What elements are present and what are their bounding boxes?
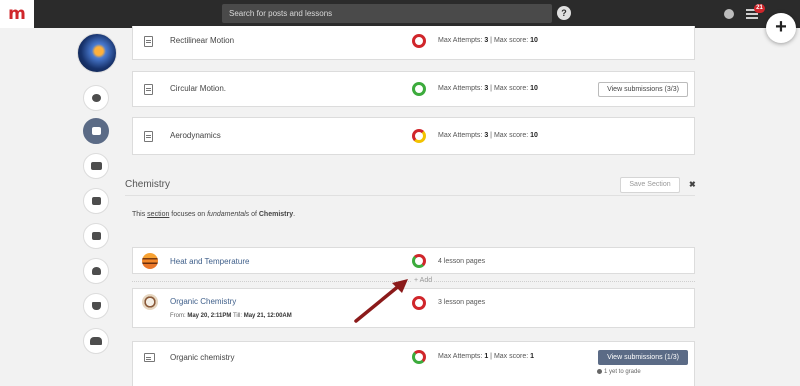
save-section-button[interactable]: Save Section xyxy=(620,177,680,193)
sidebar-item-user[interactable] xyxy=(83,258,109,284)
search-input[interactable]: Search for posts and lessons xyxy=(222,4,552,23)
bar-chart-icon xyxy=(91,197,101,205)
sidebar-item-trophy[interactable] xyxy=(83,293,109,319)
status-ring-icon xyxy=(412,254,426,268)
lesson-title[interactable]: Circular Motion. xyxy=(170,84,226,93)
id-card-icon xyxy=(90,162,102,170)
document-icon xyxy=(144,36,153,47)
trophy-icon xyxy=(91,302,101,310)
sidebar-item-group[interactable] xyxy=(83,328,109,354)
user-icon xyxy=(91,267,101,275)
avatar[interactable] xyxy=(77,33,117,73)
checkbox-icon xyxy=(91,232,101,240)
lesson-title[interactable]: Organic Chemistry xyxy=(170,297,236,306)
globe-icon[interactable] xyxy=(724,9,734,19)
view-submissions-button[interactable]: View submissions (3/3) xyxy=(598,82,688,97)
lesson-card[interactable]: Organic Chemistry From: May 20, 2:11PM T… xyxy=(132,288,695,328)
lesson-card[interactable]: Organic chemistry Max Attempts: 1 | Max … xyxy=(132,341,695,386)
sidebar-item-chat[interactable] xyxy=(83,85,109,111)
document-icon xyxy=(144,84,153,95)
status-ring-icon xyxy=(412,296,426,310)
chat-icon xyxy=(91,94,101,102)
lesson-title[interactable]: Rectilinear Motion xyxy=(170,36,234,45)
top-bar: m Search for posts and lessons ? 21 xyxy=(0,0,800,28)
document-icon xyxy=(144,131,153,142)
lesson-card[interactable]: Circular Motion. Max Attempts: 3 | Max s… xyxy=(132,71,695,107)
lesson-title[interactable]: Organic chemistry xyxy=(170,353,234,362)
lesson-card[interactable]: Aerodynamics Max Attempts: 3 | Max score… xyxy=(132,117,695,155)
lesson-schedule: From: May 20, 2:11PM Till: May 21, 12:00… xyxy=(170,313,292,319)
notifications-badge: 21 xyxy=(754,4,765,13)
sidebar-item-id-card[interactable] xyxy=(83,153,109,179)
lesson-card[interactable]: Heat and Temperature 4 lesson pages xyxy=(132,247,695,274)
logo-mark: m xyxy=(8,3,26,24)
section-description[interactable]: This section focuses on fundamentals of … xyxy=(132,211,295,218)
add-lesson-link[interactable]: + Add xyxy=(412,277,435,284)
lesson-card[interactable]: Rectilinear Motion Max Attempts: 3 | Max… xyxy=(132,26,695,60)
status-ring-icon xyxy=(412,34,426,48)
lesson-meta: Max Attempts: 3 | Max score: 10 xyxy=(438,132,538,139)
lesson-title[interactable]: Aerodynamics xyxy=(170,131,221,140)
lesson-meta: Max Attempts: 1 | Max score: 1 xyxy=(438,353,535,360)
help-icon[interactable]: ? xyxy=(557,6,571,20)
lesson-pages: 3 lesson pages xyxy=(438,299,486,306)
grade-status: 1 yet to grade xyxy=(597,369,641,375)
lesson-meta: Max Attempts: 3 | Max score: 10 xyxy=(438,85,538,92)
section-divider xyxy=(125,195,695,196)
folder-icon xyxy=(91,127,101,135)
close-icon[interactable]: ✖ xyxy=(689,180,696,189)
sidebar-item-folder[interactable] xyxy=(83,118,109,144)
status-ring-icon xyxy=(412,129,426,143)
lesson-thumbnail-icon xyxy=(142,253,158,269)
lesson-pages: 4 lesson pages xyxy=(438,258,486,265)
sidebar-item-tasks[interactable] xyxy=(83,223,109,249)
lesson-thumbnail-icon xyxy=(142,294,158,310)
quiz-icon xyxy=(144,353,155,362)
sidebar-item-chart[interactable] xyxy=(83,188,109,214)
lesson-title[interactable]: Heat and Temperature xyxy=(170,257,249,266)
lesson-meta: Max Attempts: 3 | Max score: 10 xyxy=(438,37,538,44)
section-title[interactable]: Chemistry xyxy=(125,179,170,190)
group-icon xyxy=(90,337,102,345)
view-submissions-button[interactable]: View submissions (1/3) xyxy=(598,350,688,365)
app-logo[interactable]: m xyxy=(0,0,34,28)
info-icon xyxy=(597,369,602,374)
add-button[interactable]: + xyxy=(766,13,796,43)
status-ring-icon xyxy=(412,350,426,364)
status-ring-icon xyxy=(412,82,426,96)
annotation-arrow xyxy=(354,279,408,323)
